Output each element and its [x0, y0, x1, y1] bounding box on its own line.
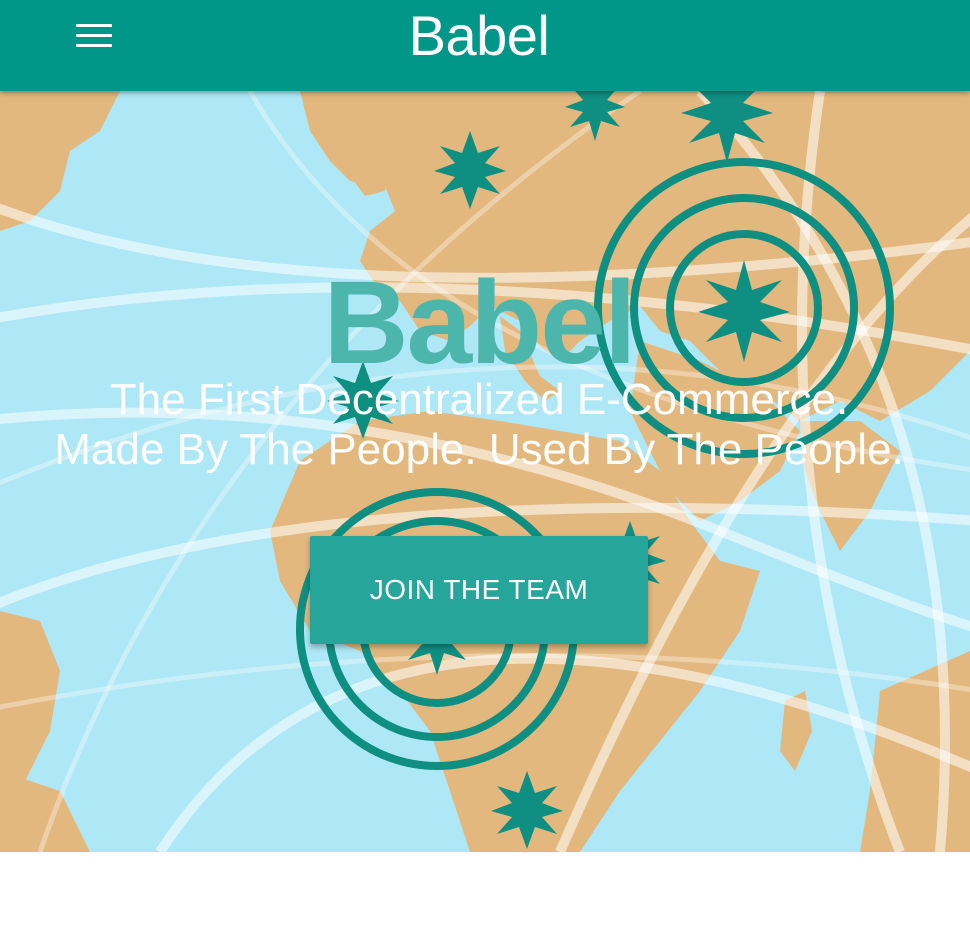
- brand-title: Babel: [408, 4, 550, 67]
- hero-title: Babel: [323, 257, 636, 390]
- join-the-team-button[interactable]: JOIN THE TEAM: [310, 536, 648, 644]
- top-app-bar: Babel: [0, 0, 970, 91]
- tagline-line-1: The First Decentralized E-Commerce.: [109, 375, 849, 424]
- tagline-line-2: Made By The People. Used By The People.: [54, 425, 904, 474]
- app-root: Babel Babel The First Decentralized E-Co…: [0, 0, 970, 940]
- hero-section: Babel The First Decentralized E-Commerce…: [0, 91, 970, 852]
